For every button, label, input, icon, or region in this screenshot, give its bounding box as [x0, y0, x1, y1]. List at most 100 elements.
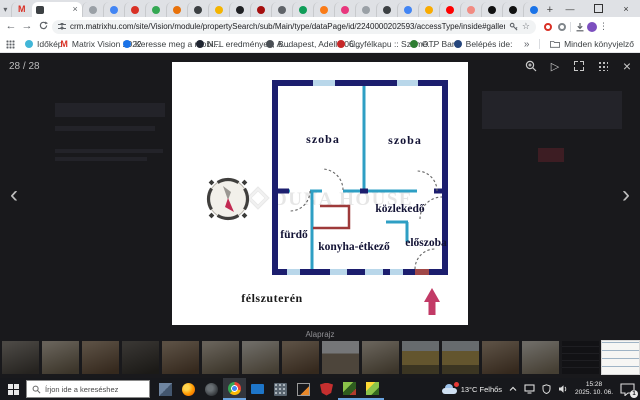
- taskbar-app-darkapp[interactable]: [200, 378, 223, 400]
- tray-display-icon[interactable]: [524, 384, 535, 394]
- browser-tab[interactable]: [460, 2, 481, 17]
- browser-tab[interactable]: [313, 2, 334, 17]
- thumbnails-grid-button[interactable]: [596, 59, 610, 73]
- browser-tab[interactable]: [481, 2, 502, 17]
- taskbar-app-notepad[interactable]: [292, 378, 315, 400]
- browser-tab[interactable]: [355, 2, 376, 17]
- gallery-thumbnail[interactable]: [282, 341, 319, 374]
- taskbar-app-calculator[interactable]: [269, 378, 292, 400]
- tab-favicon: [173, 6, 181, 14]
- browser-tab[interactable]: [523, 2, 544, 17]
- tray-shield-icon[interactable]: [542, 384, 551, 394]
- download-icon[interactable]: [575, 22, 585, 32]
- gallery-thumbnail[interactable]: [2, 341, 39, 374]
- browser-tab[interactable]: [82, 2, 103, 17]
- slideshow-button[interactable]: ▷: [548, 59, 562, 73]
- browser-tab[interactable]: [187, 2, 208, 17]
- taskbar-app-shield[interactable]: [315, 378, 338, 400]
- start-button[interactable]: [0, 378, 26, 400]
- bookmark-item[interactable]: Ügyfélkapu :: Szemé...: [337, 39, 398, 49]
- taskbar-clock[interactable]: 15:28 2025. 10. 06.: [575, 381, 613, 398]
- browser-tab[interactable]: [229, 2, 250, 17]
- gallery-thumbnail[interactable]: [42, 341, 79, 374]
- notification-badge: 1: [630, 390, 638, 398]
- browser-tab[interactable]: [271, 2, 292, 17]
- taskbar-app-image-viewer-1[interactable]: [338, 378, 361, 400]
- tray-chevron-up-icon[interactable]: [509, 386, 517, 392]
- bookmark-item[interactable]: Belépés ide: MVM-É...: [454, 39, 514, 49]
- tab-close-icon[interactable]: ×: [72, 5, 77, 14]
- prev-image-arrow[interactable]: ‹: [10, 183, 18, 207]
- browser-tab[interactable]: [124, 2, 145, 17]
- bookmark-item[interactable]: Budapest, Adella 06...: [266, 39, 325, 49]
- browser-tab[interactable]: [250, 2, 271, 17]
- browser-tab[interactable]: M: [11, 2, 32, 17]
- fullscreen-button[interactable]: [572, 59, 586, 73]
- site-settings-icon[interactable]: [58, 23, 66, 30]
- minimize-button[interactable]: —: [556, 0, 584, 17]
- gallery-thumbnail[interactable]: [162, 341, 199, 374]
- window-close-button[interactable]: ×: [612, 0, 640, 17]
- browser-tab[interactable]: [292, 2, 313, 17]
- maximize-button[interactable]: [584, 0, 612, 17]
- gallery-caption: Alaprajz: [0, 330, 640, 339]
- gallery-thumbnail[interactable]: [482, 341, 519, 374]
- passkey-icon[interactable]: [509, 22, 518, 31]
- forward-button[interactable]: →: [20, 21, 34, 32]
- browser-tab[interactable]: [166, 2, 187, 17]
- taskbar-app-image-viewer-2[interactable]: [361, 378, 384, 400]
- bookmark-item[interactable]: NFL eredmények, A...: [196, 39, 255, 49]
- all-bookmarks-button[interactable]: Minden könyvjelző: [550, 39, 634, 49]
- bookmarks-overflow-chevron[interactable]: »: [524, 39, 530, 50]
- svg-text:szoba: szoba: [306, 132, 340, 146]
- tray-volume-icon[interactable]: [558, 384, 568, 394]
- bookmark-item[interactable]: Keresse meg a mobi...: [123, 39, 183, 49]
- chrome-menu-icon[interactable]: ⋮: [599, 21, 608, 32]
- browser-tab[interactable]: [397, 2, 418, 17]
- gallery-thumbnail[interactable]: [562, 341, 599, 374]
- new-tab-button[interactable]: +: [544, 2, 556, 17]
- taskbar-app-chrome[interactable]: [223, 378, 246, 400]
- taskbar-app-firefox[interactable]: [177, 378, 200, 400]
- browser-tab[interactable]: [103, 2, 124, 17]
- action-center-button[interactable]: 1: [620, 383, 635, 396]
- bookmark-item[interactable]: Időkép: [25, 39, 48, 49]
- back-button[interactable]: ←: [4, 21, 18, 32]
- zoom-in-button[interactable]: [524, 59, 538, 73]
- next-image-arrow[interactable]: ›: [622, 183, 630, 207]
- gallery-main-image[interactable]: DUNA HOUSE: [172, 62, 468, 325]
- profile-avatar[interactable]: [587, 22, 597, 32]
- extension-red-icon[interactable]: [544, 23, 552, 31]
- weather-widget[interactable]: 13°C Felhős: [442, 384, 502, 394]
- browser-tab[interactable]: [208, 2, 229, 17]
- gallery-thumbnail[interactable]: [402, 341, 439, 374]
- gallery-close-button[interactable]: ×: [620, 59, 634, 73]
- gallery-thumbnail[interactable]: [122, 341, 159, 374]
- browser-tab[interactable]: [439, 2, 460, 17]
- gallery-thumbnail[interactable]: [322, 341, 359, 374]
- browser-tab[interactable]: [145, 2, 166, 17]
- browser-tab[interactable]: [418, 2, 439, 17]
- apps-grid-icon[interactable]: [6, 40, 15, 49]
- bookmark-item[interactable]: OTP Bank: [410, 39, 442, 49]
- browser-tab[interactable]: [502, 2, 523, 17]
- gallery-thumbnail[interactable]: [442, 341, 479, 374]
- gallery-thumbnail[interactable]: [362, 341, 399, 374]
- gallery-thumbnail[interactable]: [82, 341, 119, 374]
- gallery-thumbnail[interactable]: [202, 341, 239, 374]
- browser-tab[interactable]: [376, 2, 397, 17]
- bookmark-star-icon[interactable]: ☆: [522, 21, 530, 32]
- gallery-thumbnail[interactable]: [242, 341, 279, 374]
- tab-search-chevron-icon[interactable]: ▾: [0, 2, 11, 17]
- extension-gray-icon[interactable]: [558, 23, 566, 31]
- taskbar-app-computer[interactable]: [246, 378, 269, 400]
- gallery-thumbnail[interactable]: [602, 341, 639, 374]
- taskbar-search-input[interactable]: Írjon ide a kereséshez: [26, 380, 150, 398]
- reload-button[interactable]: [36, 21, 50, 33]
- gallery-thumbnail[interactable]: [522, 341, 559, 374]
- bookmark-item[interactable]: MMatrix Vision 2022: [60, 39, 111, 49]
- browser-tab-active[interactable]: ×: [32, 2, 82, 17]
- address-bar[interactable]: crm.matrixhu.com/site/Vision/module/prop…: [52, 20, 536, 34]
- browser-tab[interactable]: [334, 2, 355, 17]
- taskbar-app-photos[interactable]: [154, 378, 177, 400]
